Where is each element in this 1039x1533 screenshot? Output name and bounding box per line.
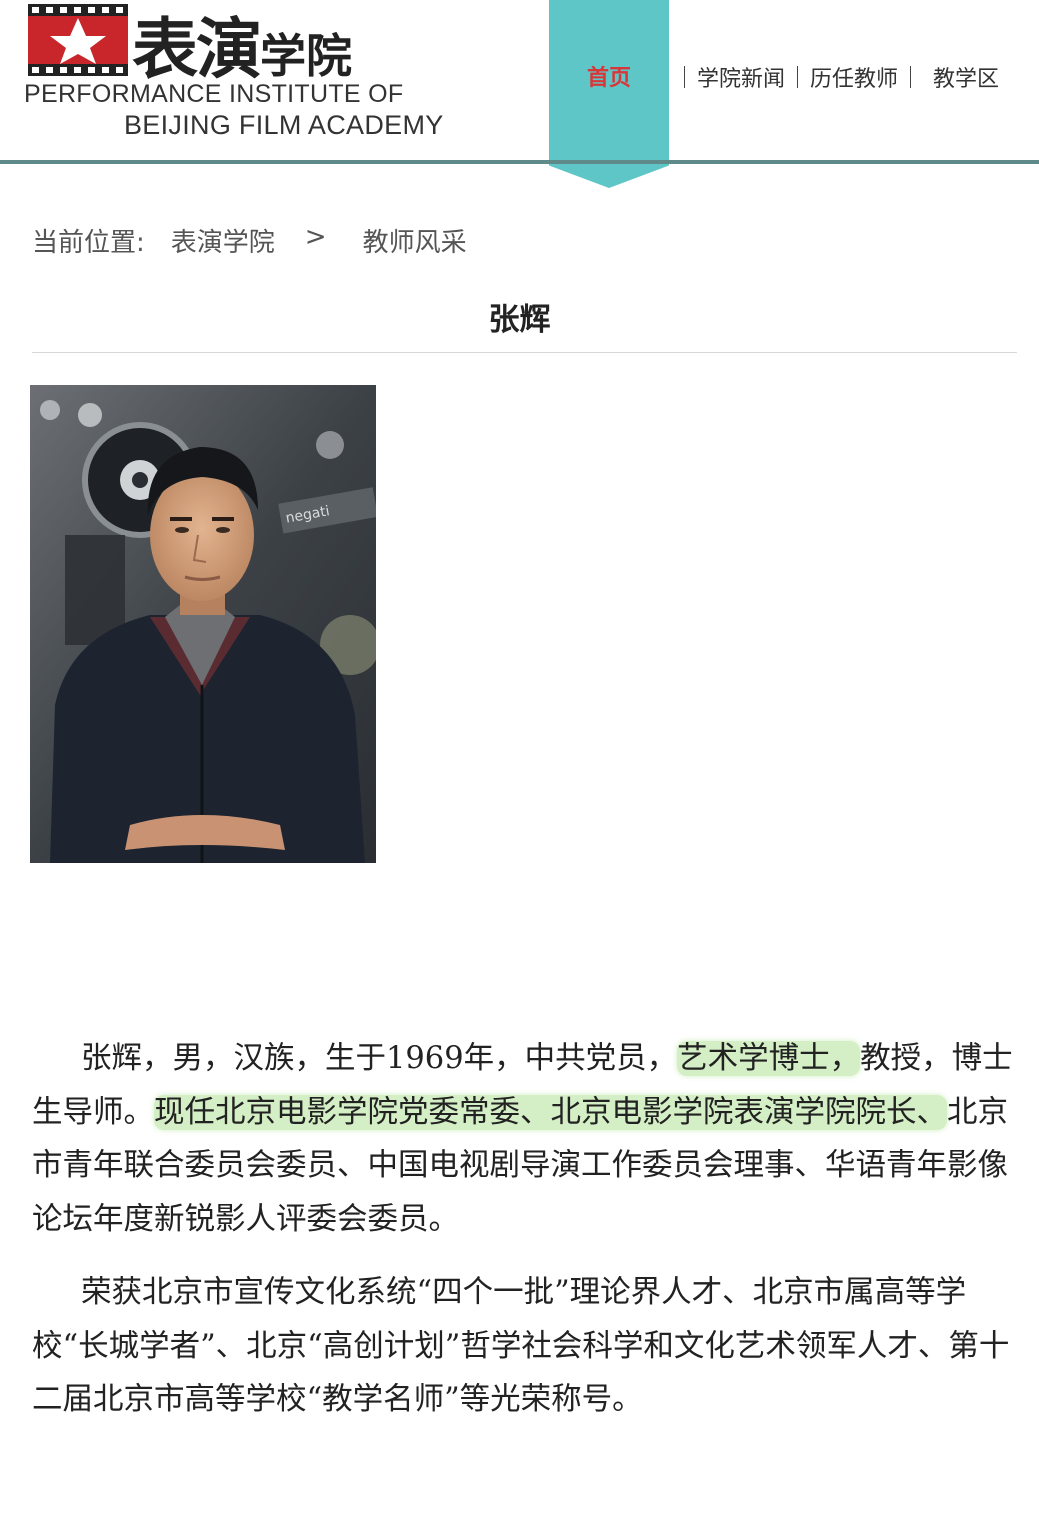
- nav-divider: [797, 66, 799, 88]
- nav-divider: [910, 66, 912, 88]
- breadcrumb-label: 当前位置:: [32, 228, 145, 258]
- nav-divider: [684, 66, 685, 88]
- title-divider: [32, 352, 1017, 353]
- nav-item-news[interactable]: 学院新闻: [697, 61, 785, 93]
- bio-highlight: 现任北京电影学院党委常委、北京电影学院表演学院院长、: [154, 1094, 947, 1130]
- bio-paragraph-2: 荣获北京市宣传文化系统“四个一批”理论界人才、北京市属高等学校“长城学者”、北京…: [32, 1275, 1010, 1417]
- site-header: 表演学院 PERFORMANCE INSTITUTE OF BEIJING FI…: [0, 0, 1039, 188]
- breadcrumb-link-teachers[interactable]: 教师风采: [363, 222, 467, 259]
- teacher-bio: 张辉，男，汉族，生于1969年，中共党员，艺术学博士，教授，博士生导师。现任北京…: [32, 1032, 1017, 1447]
- logo-en-line2: BEIJING FILM ACADEMY: [124, 110, 444, 140]
- main-nav: 学院新闻 历任教师 教学区: [672, 62, 999, 92]
- breadcrumb-separator: >: [304, 222, 327, 252]
- bio-text: 张辉，男，汉族，生于1969年，中共党员，: [81, 1041, 678, 1076]
- nav-item-teaching-area[interactable]: 教学区: [933, 61, 999, 93]
- teacher-portrait: negati: [30, 385, 376, 863]
- nav-home-label: 首页: [586, 66, 631, 91]
- bio-paragraph-1: 张辉，男，汉族，生于1969年，中共党员，艺术学博士，教授，博士生导师。现任北京…: [32, 1032, 1017, 1246]
- bio-highlight: 艺术学博士，: [677, 1041, 861, 1076]
- film-star-logo-icon: [28, 4, 128, 76]
- logo-en-line1: PERFORMANCE INSTITUTE OF: [24, 80, 404, 108]
- page-title: 张辉: [488, 302, 551, 338]
- breadcrumb: 当前位置: 表演学院 > 教师风采: [32, 222, 467, 259]
- portrait-illustration: negati: [30, 385, 376, 863]
- nav-item-teachers[interactable]: 历任教师: [810, 61, 898, 93]
- logo-cn-sub: 学院: [260, 29, 352, 83]
- header-divider: [0, 160, 1039, 164]
- breadcrumb-link-institute[interactable]: 表演学院: [171, 222, 275, 259]
- logo-cn-main: 表演: [132, 10, 262, 88]
- site-logo[interactable]: 表演学院 PERFORMANCE INSTITUTE OF BEIJING FI…: [24, 0, 494, 150]
